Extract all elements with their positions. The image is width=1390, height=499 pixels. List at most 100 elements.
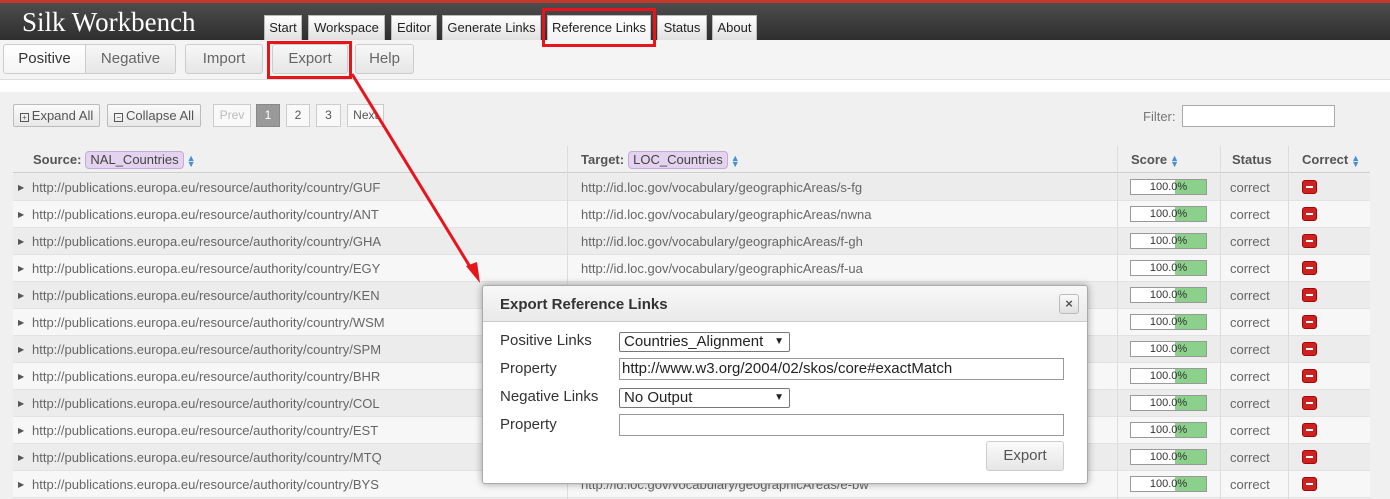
remove-icon[interactable]	[1302, 477, 1317, 491]
expand-arrow-icon[interactable]: ▶	[18, 390, 24, 417]
status-text: correct	[1230, 450, 1270, 465]
positive-links-select[interactable]: Countries_Alignment ▼	[619, 332, 790, 352]
expand-arrow-icon[interactable]: ▶	[18, 471, 24, 498]
source-uri: http://publications.europa.eu/resource/a…	[32, 342, 382, 357]
table-row[interactable]: ▶ http://publications.europa.eu/resource/…	[13, 228, 1370, 255]
prev-page-button[interactable]: Prev	[213, 104, 251, 127]
remove-icon[interactable]	[1302, 450, 1317, 464]
target-uri: http://id.loc.gov/vocabulary/geographicA…	[581, 234, 863, 249]
remove-icon[interactable]	[1302, 234, 1317, 248]
correct-column-header[interactable]: Correct ▲ ▼	[1302, 146, 1360, 173]
status-text: correct	[1230, 369, 1270, 384]
remove-icon[interactable]	[1302, 180, 1317, 194]
status-column-header: Status	[1232, 152, 1272, 167]
close-icon[interactable]: ×	[1059, 294, 1079, 314]
minus-icon: −	[114, 113, 124, 122]
remove-icon[interactable]	[1302, 261, 1317, 275]
expand-arrow-icon[interactable]: ▶	[18, 255, 24, 282]
expand-arrow-icon[interactable]: ▶	[18, 417, 24, 444]
score-value: 100.0%	[1149, 235, 1188, 247]
table-row[interactable]: ▶ http://publications.europa.eu/resource/…	[13, 174, 1370, 201]
expand-arrow-icon[interactable]: ▶	[18, 228, 24, 255]
remove-icon[interactable]	[1302, 315, 1317, 329]
tab-start[interactable]: Start	[264, 15, 302, 40]
table-header: Source: NAL_Countries ▲ ▼ Target: LOC_Countr…	[13, 146, 1370, 173]
expand-arrow-icon[interactable]: ▶	[18, 282, 24, 309]
remove-icon[interactable]	[1302, 288, 1317, 302]
score-bar: 100.0%	[1130, 341, 1207, 357]
status-text: correct	[1230, 207, 1270, 222]
page-3-button[interactable]: 3	[316, 104, 341, 127]
score-value: 100.0%	[1149, 181, 1188, 193]
tab-workspace[interactable]: Workspace	[308, 15, 385, 40]
property-2-input[interactable]	[619, 414, 1064, 436]
tab-about[interactable]: About	[712, 15, 757, 40]
score-value: 100.0%	[1149, 289, 1188, 301]
tab-generate-links[interactable]: Generate Links	[442, 15, 541, 40]
score-bar: 100.0%	[1130, 368, 1207, 384]
column-divider	[1117, 146, 1118, 499]
next-page-button[interactable]: Next	[347, 104, 384, 127]
help-button[interactable]: Help	[355, 44, 414, 74]
table-row[interactable]: ▶ http://publications.europa.eu/resource/…	[13, 201, 1370, 228]
export-submit-button[interactable]: Export	[986, 441, 1064, 471]
property-2-label: Property	[500, 416, 557, 433]
negative-links-label: Negative Links	[500, 388, 599, 405]
source-uri: http://publications.europa.eu/resource/a…	[32, 234, 382, 249]
export-reference-links-dialog: Export Reference Links × Positive Links …	[482, 285, 1088, 484]
expand-arrow-icon[interactable]: ▶	[18, 363, 24, 390]
remove-icon[interactable]	[1302, 423, 1317, 437]
collapse-all-button[interactable]: − Collapse All	[107, 104, 201, 127]
import-button[interactable]: Import	[185, 44, 263, 74]
expand-arrow-icon[interactable]: ▶	[18, 201, 24, 228]
filter-input[interactable]	[1182, 105, 1335, 127]
target-label: Target:	[581, 152, 625, 167]
status-text: correct	[1230, 396, 1270, 411]
score-bar: 100.0%	[1130, 206, 1207, 222]
score-bar: 100.0%	[1130, 260, 1207, 276]
target-dataset-tag: LOC_Countries	[628, 151, 728, 169]
remove-icon[interactable]	[1302, 207, 1317, 221]
positive-links-label: Positive Links	[500, 332, 592, 349]
page-2-button[interactable]: 2	[286, 104, 310, 127]
score-value: 100.0%	[1149, 262, 1188, 274]
expand-arrow-icon[interactable]: ▶	[18, 444, 24, 471]
negative-links-select[interactable]: No Output ▼	[619, 388, 790, 408]
remove-icon[interactable]	[1302, 396, 1317, 410]
source-uri: http://publications.europa.eu/resource/a…	[32, 180, 381, 195]
source-dataset-tag: NAL_Countries	[85, 151, 184, 169]
score-column-header[interactable]: Score ▲ ▼	[1131, 146, 1179, 173]
source-column-header[interactable]: Source: NAL_Countries ▲ ▼	[33, 146, 195, 173]
table-row[interactable]: ▶ http://publications.europa.eu/resource/…	[13, 255, 1370, 282]
score-value: 100.0%	[1149, 316, 1188, 328]
export-highlight	[267, 41, 352, 79]
score-value: 100.0%	[1149, 343, 1188, 355]
dropdown-arrow-icon: ▼	[774, 336, 784, 347]
tab-status[interactable]: Status	[657, 15, 707, 40]
score-bar: 100.0%	[1130, 449, 1207, 465]
source-uri: http://publications.europa.eu/resource/a…	[32, 207, 379, 222]
status-text: correct	[1230, 261, 1270, 276]
expand-arrow-icon[interactable]: ▶	[18, 336, 24, 363]
sort-icon: ▲ ▼	[1170, 152, 1180, 169]
source-label: Source:	[33, 152, 82, 167]
score-bar: 100.0%	[1130, 314, 1207, 330]
property-input[interactable]: http://www.w3.org/2004/02/skos/core#exac…	[619, 358, 1064, 380]
positive-button[interactable]: Positive	[3, 44, 86, 74]
source-uri: http://publications.europa.eu/resource/a…	[32, 450, 382, 465]
target-column-header[interactable]: Target: LOC_Countries ▲ ▼	[581, 146, 740, 173]
page-1-button[interactable]: 1	[256, 104, 280, 127]
remove-icon[interactable]	[1302, 369, 1317, 383]
score-bar: 100.0%	[1130, 287, 1207, 303]
source-uri: http://publications.europa.eu/resource/a…	[32, 315, 385, 330]
expand-arrow-icon[interactable]: ▶	[18, 174, 24, 201]
expand-arrow-icon[interactable]: ▶	[18, 309, 24, 336]
app-header: Silk Workbench Start Workspace Editor Ge…	[0, 0, 1390, 40]
negative-button[interactable]: Negative	[85, 44, 176, 74]
correct-label: Correct	[1302, 152, 1349, 167]
expand-all-button[interactable]: + Expand All	[13, 104, 100, 127]
column-divider	[1288, 146, 1289, 499]
remove-icon[interactable]	[1302, 342, 1317, 356]
tab-editor[interactable]: Editor	[391, 15, 437, 40]
reference-links-toolbar: Positive Negative Import Export Help	[0, 40, 1390, 80]
